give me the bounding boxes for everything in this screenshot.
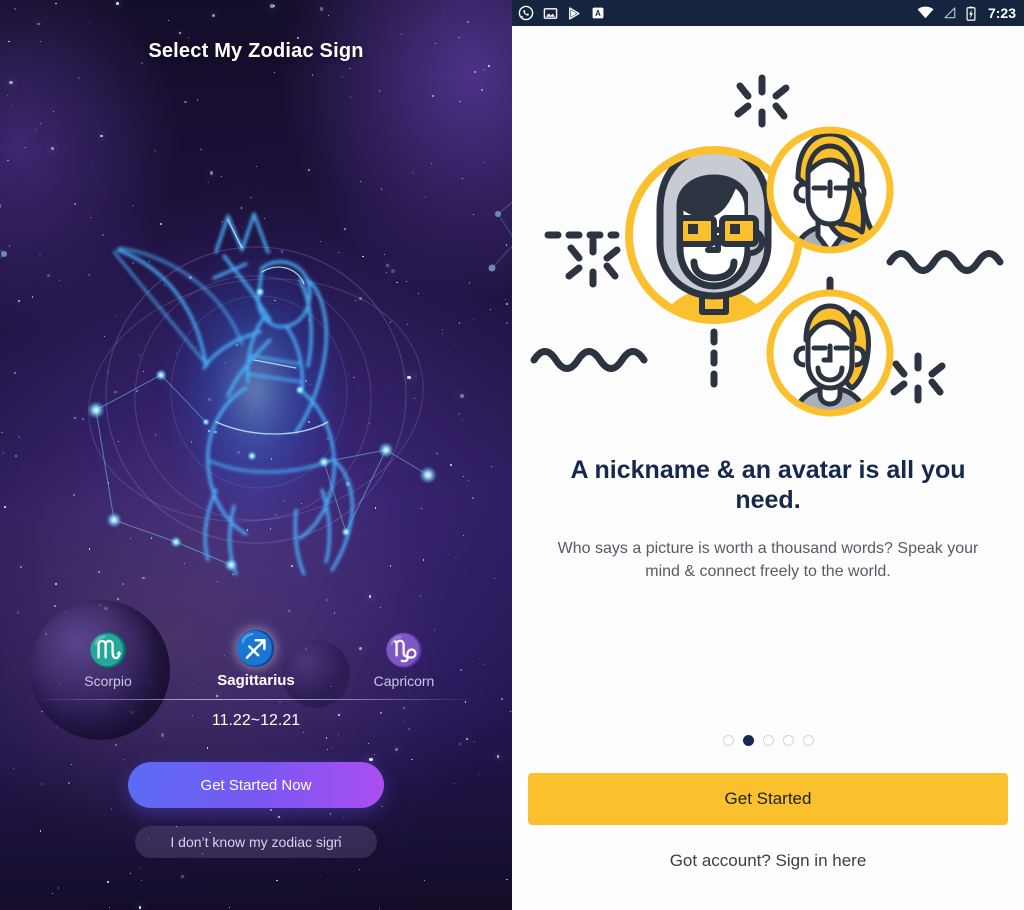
dual-screenshot-container: Select My Zodiac Sign ♏ Scorpio ♐ Sagitt… xyxy=(0,0,1024,910)
letter-a-icon: A xyxy=(592,7,604,19)
sparkle-top xyxy=(734,74,790,128)
status-bar-notification-icons: A xyxy=(518,5,605,21)
zodiac-option-sagittarius[interactable]: ♐ Sagittarius xyxy=(196,632,316,689)
sparkle-left xyxy=(565,236,621,288)
pagination-dot-1[interactable] xyxy=(722,735,734,746)
image-icon xyxy=(543,7,558,19)
battery-charging-icon xyxy=(966,6,976,21)
side-constellation-left xyxy=(0,203,7,259)
onboarding-subtext: Who says a picture is worth a thousand w… xyxy=(557,540,979,581)
svg-text:A: A xyxy=(595,9,601,18)
squiggle-right xyxy=(886,250,1004,274)
get-started-now-button[interactable]: Get Started Now xyxy=(128,762,384,808)
get-started-button[interactable]: Get Started xyxy=(528,773,1008,825)
avatars-network-illustration xyxy=(530,74,1004,417)
zodiac-option-scorpio[interactable]: ♏ Scorpio xyxy=(48,633,168,689)
avatar-girl-ponytail xyxy=(766,289,894,417)
zodiac-option-label: Sagittarius xyxy=(217,672,295,689)
play-store-icon xyxy=(569,6,580,20)
zodiac-selection-screen: Select My Zodiac Sign ♏ Scorpio ♐ Sagitt… xyxy=(0,0,512,910)
onboarding-screen: A 7:23 A nickname & an avatar is all you… xyxy=(512,0,1024,910)
zodiac-option-label: Scorpio xyxy=(84,673,132,689)
page-title: Select My Zodiac Sign xyxy=(148,40,364,62)
status-bar-clock: 7:23 xyxy=(987,5,1016,21)
sparkle-bottom-right xyxy=(890,352,946,404)
status-bar-system-icons: 7:23 xyxy=(917,5,1016,21)
pagination-dot-5[interactable] xyxy=(802,735,814,746)
pagination-dot-4[interactable] xyxy=(782,735,794,746)
scorpio-glyph-icon: ♏ xyxy=(88,632,128,668)
squiggle-left xyxy=(530,348,648,372)
sign-in-link[interactable]: Got account? Sign in here xyxy=(528,846,1008,876)
capricorn-glyph-icon: ♑ xyxy=(384,632,424,668)
sagittarius-constellation-illustration xyxy=(87,212,437,576)
pagination-dots[interactable] xyxy=(512,735,1024,746)
onboarding-headline: A nickname & an avatar is all you need. xyxy=(570,456,966,514)
zodiac-option-label: Capricorn xyxy=(373,673,435,689)
unknown-zodiac-sign-button[interactable]: I don’t know my zodiac sign xyxy=(135,826,377,858)
zodiac-sign-picker[interactable]: ♏ Scorpio ♐ Sagittarius ♑ Capricorn 11.2… xyxy=(0,632,512,730)
zodiac-date-range: 11.22~12.21 xyxy=(211,712,301,729)
picker-divider xyxy=(30,699,482,700)
wifi-icon xyxy=(917,6,934,19)
zodiac-option-capricorn[interactable]: ♑ Capricorn xyxy=(344,633,464,689)
signal-icon xyxy=(944,7,956,19)
pagination-dot-3[interactable] xyxy=(762,735,774,746)
pagination-dot-2-active[interactable] xyxy=(742,735,754,746)
whatsapp-icon xyxy=(518,5,534,21)
android-status-bar: A 7:23 xyxy=(512,0,1024,26)
side-constellation-right xyxy=(488,201,512,272)
sagittarius-glyph-icon: ♐ xyxy=(234,630,278,668)
